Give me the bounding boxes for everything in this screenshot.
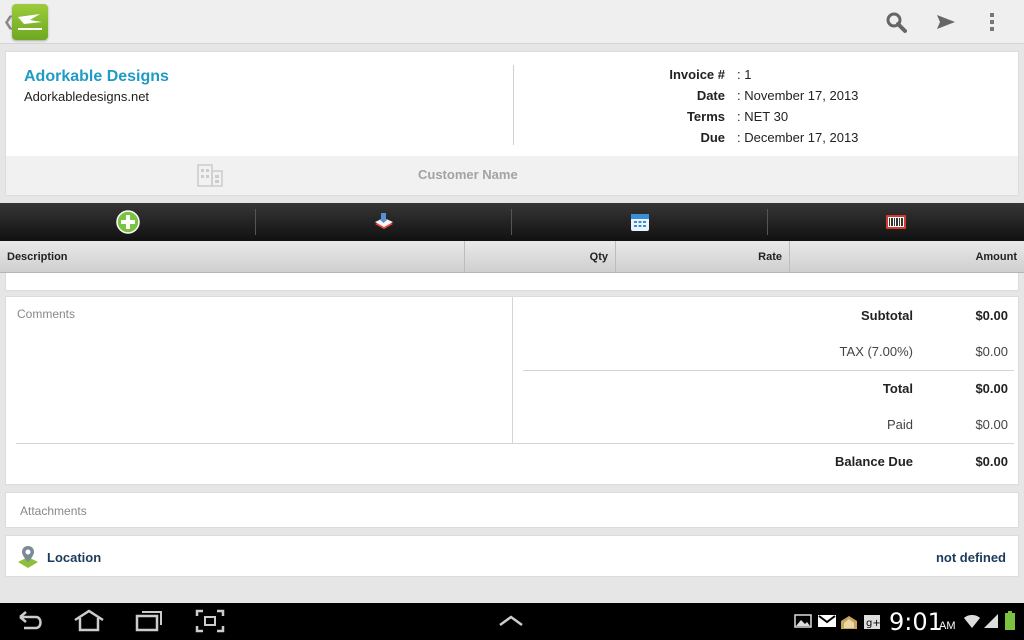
home-icon[interactable] [72,609,106,638]
item-toolbar [0,203,1024,241]
invoice-date-label: Date [696,88,725,103]
customer-name-placeholder: Customer Name [418,167,518,182]
signal-icon [983,613,999,634]
amount-column-header[interactable]: Amount [790,241,1024,272]
total-label: Total [882,381,913,396]
recent-apps-icon[interactable] [134,609,164,638]
customer-name-field[interactable]: Customer Name [6,156,1018,195]
attachments-row[interactable]: Attachments [5,492,1019,528]
send-icon[interactable] [934,10,958,34]
paid-row[interactable]: Paid $0.00 [566,417,1009,435]
product-catalog-icon [375,213,393,229]
status-clock: 9:01 [889,608,943,636]
subtotal-row: Subtotal $0.00 [566,308,1009,326]
rate-column-header[interactable]: Rate [616,241,790,272]
back-icon[interactable] [16,609,46,638]
product-catalog-button[interactable] [256,203,512,241]
balance-divider [16,443,1014,444]
balance-due-label: Balance Due [834,454,913,469]
tax-value: $0.00 [975,344,1008,359]
description-column-header[interactable]: Description [0,241,465,272]
totals-card: Comments Subtotal $0.00 TAX (7.00%) $0.0… [5,296,1019,485]
tax-row[interactable]: TAX (7.00%) $0.00 [566,344,1009,362]
app-logo-icon[interactable] [12,4,48,40]
tax-label: TAX (7.00%) [839,344,913,359]
total-row: Total $0.00 [566,381,1009,399]
subtotal-label: Subtotal [861,308,913,323]
total-divider [523,370,1014,371]
total-value: $0.00 [975,381,1008,396]
company-name: Adorkable Designs [24,68,169,85]
building-icon [195,161,225,192]
action-bar: ❮ [0,0,1024,44]
map-pin-icon [16,544,40,575]
system-nav-bar: g+ 9:01 AM [0,603,1024,640]
qty-column-header[interactable]: Qty [465,241,616,272]
invoice-terms-row: Terms : NET 30 [606,109,956,127]
chevron-up-icon[interactable] [497,609,525,638]
invoice-terms-label: Terms [686,109,725,124]
subtotal-value: $0.00 [975,308,1008,323]
google-plus-icon: g+ [863,614,881,635]
svg-text:g+: g+ [866,618,881,629]
balance-due-value: $0.00 [975,454,1008,469]
company-website: Adorkabledesigns.net [24,89,150,104]
screenshot-icon[interactable] [195,609,225,638]
balance-due-row: Balance Due $0.00 [566,454,1009,472]
location-value: not defined [935,550,1006,565]
invoice-date-value: : November 17, 2013 [737,88,859,103]
header-divider [513,65,514,145]
comments-field[interactable]: Comments [17,307,75,321]
status-ampm: AM [939,620,956,632]
invoice-terms-value: : NET 30 [737,109,789,124]
invoice-due-row: Due : December 17, 2013 [606,130,956,148]
time-entry-icon [631,214,649,231]
location-row[interactable]: Location not defined [5,535,1019,577]
barcode-scan-button[interactable] [768,203,1024,241]
download-notification-icon [840,614,858,635]
line-items-header: Description Qty Rate Amount [0,241,1024,273]
invoice-due-label: Due [700,130,725,145]
invoice-date-row: Date : November 17, 2013 [606,88,956,106]
gallery-notification-icon [794,614,812,633]
paid-value: $0.00 [975,417,1008,432]
invoice-due-value: : December 17, 2013 [737,130,859,145]
invoice-header-card[interactable]: Adorkable Designs Adorkabledesigns.net I… [5,51,1019,196]
time-entry-button[interactable] [512,203,768,241]
paid-label: Paid [886,417,913,432]
attachments-label: Attachments [20,504,87,518]
battery-icon [1004,611,1016,636]
barcode-scan-icon [886,215,906,229]
add-item-button[interactable] [0,203,256,241]
invoice-number-row: Invoice # : 1 [606,67,956,85]
add-item-icon [116,210,140,234]
invoice-number-value: : 1 [737,67,752,82]
wifi-icon [963,613,981,634]
gmail-notification-icon [817,614,837,633]
location-label: Location [47,550,102,565]
totals-divider [512,297,513,443]
line-items-list [5,273,1019,291]
search-icon[interactable] [884,10,908,34]
overflow-menu-icon[interactable] [986,10,998,34]
invoice-number-label: Invoice # [669,67,725,82]
